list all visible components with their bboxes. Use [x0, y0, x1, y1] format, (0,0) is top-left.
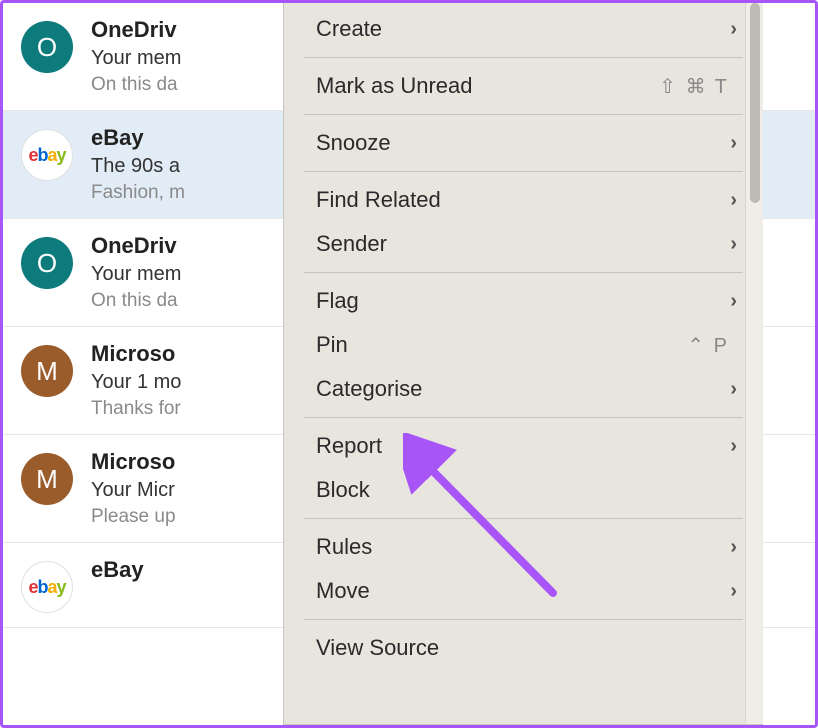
menu-label: Create	[316, 16, 730, 42]
chevron-right-icon: ›	[730, 18, 737, 41]
flag-menu-item[interactable]: Flag ›	[284, 279, 763, 323]
menu-separator	[304, 57, 743, 58]
menu-label: Sender	[316, 231, 730, 257]
scrollbar-track[interactable]	[745, 3, 763, 724]
menu-separator	[304, 114, 743, 115]
chevron-right-icon: ›	[730, 536, 737, 559]
chevron-right-icon: ›	[730, 290, 737, 313]
keyboard-shortcut: ⇧ ⌘ T	[659, 74, 729, 99]
keyboard-shortcut: ⌃ P	[687, 333, 729, 358]
mark-unread-menu-item[interactable]: Mark as Unread ⇧ ⌘ T	[284, 64, 763, 108]
chevron-right-icon: ›	[730, 435, 737, 458]
menu-label: Mark as Unread	[316, 73, 659, 99]
rules-menu-item[interactable]: Rules ›	[284, 525, 763, 569]
view-source-menu-item[interactable]: View Source	[284, 626, 763, 670]
menu-separator	[304, 417, 743, 418]
menu-label: Rules	[316, 534, 730, 560]
ebay-logo-icon: ebay	[28, 145, 65, 166]
menu-separator	[304, 619, 743, 620]
menu-label: Categorise	[316, 376, 730, 402]
sender-menu-item[interactable]: Sender ›	[284, 222, 763, 266]
menu-separator	[304, 272, 743, 273]
menu-label: Move	[316, 578, 730, 604]
context-menu: Create › Mark as Unread ⇧ ⌘ T Snooze › F…	[283, 3, 763, 725]
scrollbar-thumb[interactable]	[750, 3, 760, 203]
block-menu-item[interactable]: Block	[284, 468, 763, 512]
avatar: ebay	[21, 561, 73, 613]
chevron-right-icon: ›	[730, 378, 737, 401]
create-menu-item[interactable]: Create ›	[284, 7, 763, 51]
menu-label: Snooze	[316, 130, 730, 156]
menu-label: Pin	[316, 332, 687, 358]
menu-label: Find Related	[316, 187, 730, 213]
chevron-right-icon: ›	[730, 580, 737, 603]
menu-separator	[304, 171, 743, 172]
avatar: M	[21, 345, 73, 397]
chevron-right-icon: ›	[730, 189, 737, 212]
menu-label: View Source	[316, 635, 737, 661]
chevron-right-icon: ›	[730, 233, 737, 256]
menu-label: Report	[316, 433, 730, 459]
chevron-right-icon: ›	[730, 132, 737, 155]
snooze-menu-item[interactable]: Snooze ›	[284, 121, 763, 165]
avatar: O	[21, 21, 73, 73]
menu-label: Flag	[316, 288, 730, 314]
ebay-logo-icon: ebay	[28, 577, 65, 598]
avatar: M	[21, 453, 73, 505]
find-related-menu-item[interactable]: Find Related ›	[284, 178, 763, 222]
menu-separator	[304, 518, 743, 519]
menu-label: Block	[316, 477, 737, 503]
report-menu-item[interactable]: Report ›	[284, 424, 763, 468]
pin-menu-item[interactable]: Pin ⌃ P	[284, 323, 763, 367]
avatar: O	[21, 237, 73, 289]
categorise-menu-item[interactable]: Categorise ›	[284, 367, 763, 411]
move-menu-item[interactable]: Move ›	[284, 569, 763, 613]
avatar: ebay	[21, 129, 73, 181]
